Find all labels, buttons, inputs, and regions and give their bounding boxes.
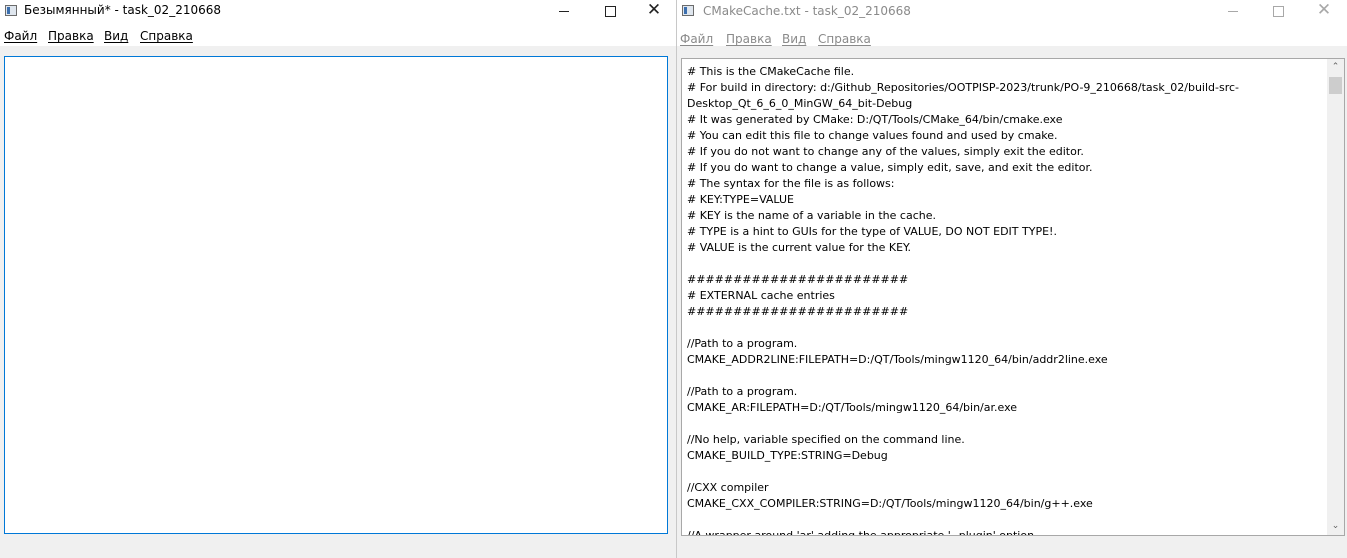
title-bar[interactable]: CMakeCache.txt - task_02_210668 ✕ <box>677 0 1347 24</box>
maximize-button[interactable] <box>587 0 633 24</box>
maximize-button[interactable] <box>1255 0 1301 24</box>
menu-edit[interactable]: Правка <box>48 29 94 43</box>
close-button[interactable]: ✕ <box>1301 0 1347 24</box>
notepad-window-cmakecache: CMakeCache.txt - task_02_210668 ✕ Файл П… <box>677 0 1347 558</box>
scroll-up-icon[interactable]: ⌃ <box>1327 59 1344 76</box>
menu-help[interactable]: Справка <box>140 29 193 43</box>
scroll-thumb[interactable] <box>1329 77 1342 94</box>
menu-view[interactable]: Вид <box>782 32 806 46</box>
app-icon[interactable] <box>5 5 17 16</box>
file-content[interactable]: # This is the CMakeCache file. # For bui… <box>682 59 1332 535</box>
menu-view[interactable]: Вид <box>104 29 128 43</box>
menu-help[interactable]: Справка <box>818 32 871 46</box>
minimize-button[interactable] <box>1210 0 1256 24</box>
menu-edit[interactable]: Правка <box>726 32 772 46</box>
close-button[interactable]: ✕ <box>631 0 676 24</box>
title-bar[interactable]: Безымянный* - task_02_210668 ✕ <box>0 0 676 24</box>
menu-file[interactable]: Файл <box>4 29 37 43</box>
app-icon[interactable] <box>682 5 694 16</box>
vertical-scrollbar[interactable]: ⌃ ⌄ <box>1327 59 1344 535</box>
scroll-down-icon[interactable]: ⌄ <box>1327 518 1344 535</box>
window-title: Безымянный* - task_02_210668 <box>24 3 222 17</box>
text-editor[interactable] <box>4 56 668 534</box>
menu-bar: Файл Правка Вид Справка <box>0 24 676 46</box>
text-editor[interactable]: # This is the CMakeCache file. # For bui… <box>681 58 1345 536</box>
menu-file[interactable]: Файл <box>680 32 713 46</box>
notepad-window-untitled: Безымянный* - task_02_210668 ✕ Файл Прав… <box>0 0 676 558</box>
minimize-button[interactable] <box>541 0 587 24</box>
menu-bar: Файл Правка Вид Справка <box>677 24 1347 46</box>
window-title: CMakeCache.txt - task_02_210668 <box>703 4 911 18</box>
